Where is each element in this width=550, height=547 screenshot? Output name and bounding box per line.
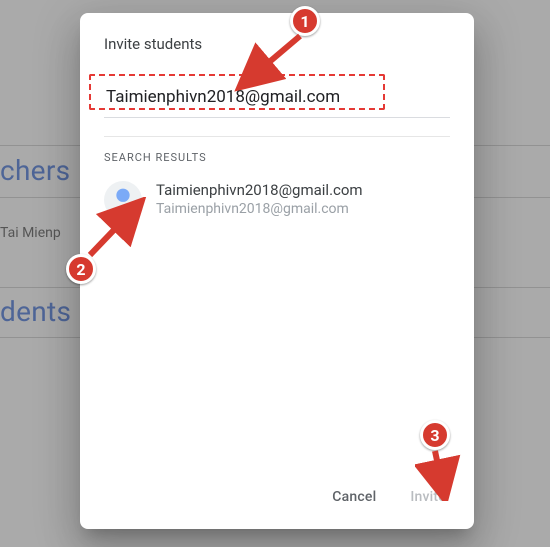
app-background: chers Tai Mienp dents Invite students SE… bbox=[0, 0, 550, 547]
search-results-label: SEARCH RESULTS bbox=[104, 151, 450, 164]
cancel-button[interactable]: Cancel bbox=[326, 481, 382, 513]
input-underline bbox=[104, 117, 450, 118]
email-input-wrap bbox=[104, 83, 450, 118]
section-divider bbox=[104, 136, 450, 137]
invite-button[interactable]: Invite bbox=[404, 481, 452, 513]
dialog-title: Invite students bbox=[104, 35, 450, 53]
result-email: Taimienphivn2018@gmail.com bbox=[156, 200, 363, 219]
result-name: Taimienphivn2018@gmail.com bbox=[156, 180, 363, 200]
invite-students-dialog: Invite students SEARCH RESULTS Taimienph… bbox=[80, 13, 474, 529]
avatar-icon bbox=[104, 181, 142, 219]
dialog-actions: Cancel Invite bbox=[80, 469, 474, 529]
search-result-row[interactable]: Taimienphivn2018@gmail.com Taimienphivn2… bbox=[104, 176, 450, 223]
email-field[interactable] bbox=[104, 83, 450, 113]
